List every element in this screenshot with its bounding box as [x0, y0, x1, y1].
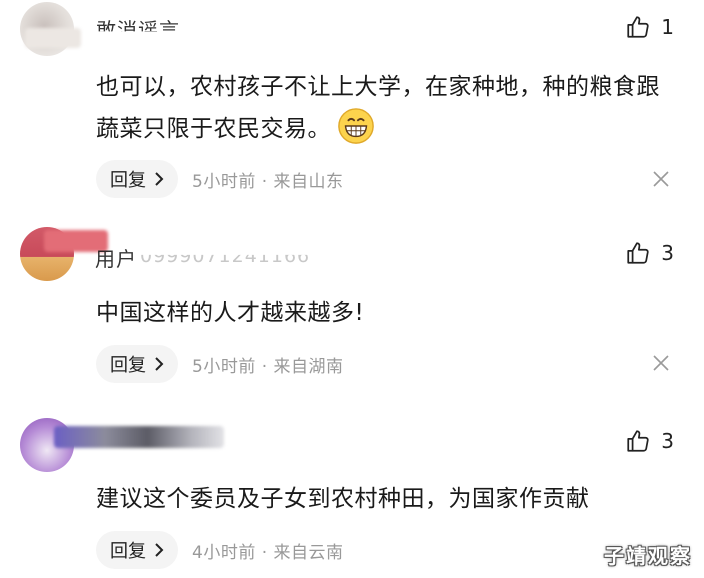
comment-text: 建议这个委员及子女到农村种田，为国家作贡献	[96, 486, 590, 512]
redaction-blur	[54, 426, 224, 448]
like-count: 3	[661, 429, 674, 453]
chevron-right-icon	[155, 357, 164, 371]
username[interactable]: 用户	[95, 243, 137, 272]
like-count: 3	[661, 241, 674, 265]
comment-meta: 4小时前 · 来自云南	[192, 542, 344, 563]
like-count: 1	[661, 15, 674, 39]
reply-button[interactable]: 回复	[96, 531, 178, 569]
chevron-right-icon	[155, 543, 164, 557]
watermark: 子靖观察	[604, 544, 692, 568]
comment-text: 也可以，农村孩子不让上大学，在家种地，种的粮食跟蔬菜只限于农民交易。	[96, 66, 676, 150]
thumbs-up-icon	[627, 430, 649, 452]
grinning-face-icon	[338, 107, 374, 144]
like-button[interactable]: 3	[625, 428, 674, 454]
close-icon[interactable]	[652, 170, 670, 188]
like-button[interactable]: 3	[625, 240, 674, 266]
comment-meta: 5小时前 · 来自山东	[192, 171, 344, 192]
redaction-blur	[25, 28, 81, 48]
comment-meta: 5小时前 · 来自湖南	[192, 356, 344, 377]
chevron-right-icon	[155, 172, 164, 186]
reply-label: 回复	[110, 355, 146, 376]
user-id: 0999071241166	[140, 245, 311, 267]
thumbs-up-icon	[627, 16, 649, 38]
reply-button[interactable]: 回复	[96, 345, 178, 383]
username[interactable]: 敢消谣言	[96, 14, 180, 31]
reply-button[interactable]: 回复	[96, 160, 178, 198]
thumbs-up-icon	[627, 242, 649, 264]
close-icon[interactable]	[652, 354, 670, 372]
comment-text: 中国这样的人才越来越多!	[96, 300, 365, 326]
reply-label: 回复	[110, 541, 146, 562]
reply-label: 回复	[110, 170, 146, 191]
like-button[interactable]: 1	[625, 14, 674, 40]
